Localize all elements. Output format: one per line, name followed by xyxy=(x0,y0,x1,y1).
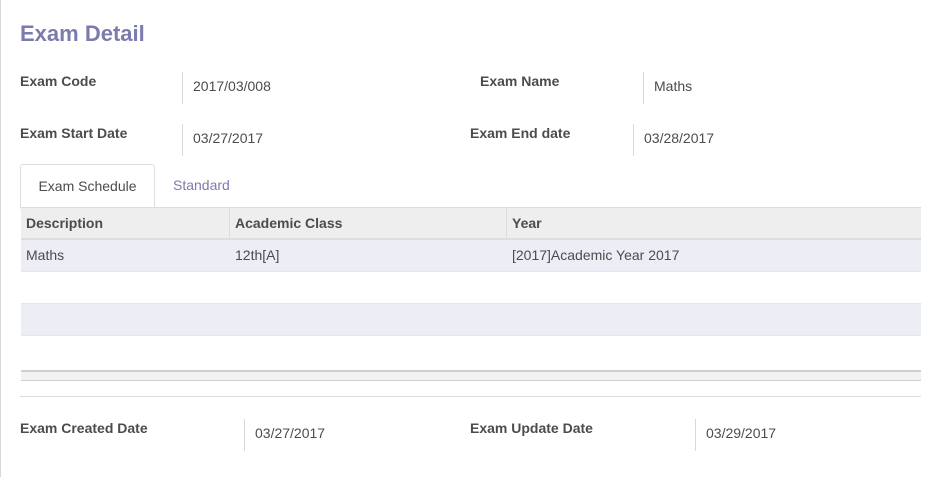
exam-code-field[interactable]: 2017/03/008 xyxy=(182,72,432,104)
table-row-empty xyxy=(21,304,921,336)
page-title: Exam Detail xyxy=(20,21,145,46)
table-row[interactable]: Maths 12th[A] [2017]Academic Year 2017 xyxy=(21,240,921,272)
exam-name-field[interactable]: Maths xyxy=(643,72,903,104)
table-row-empty xyxy=(21,272,921,304)
column-header-year[interactable]: Year xyxy=(506,208,922,239)
exam-end-date-field[interactable]: 03/28/2017 xyxy=(633,124,903,156)
exam-start-date-label: Exam Start Date xyxy=(20,125,128,141)
exam-end-date-label: Exam End date xyxy=(470,125,571,141)
cell-description: Maths xyxy=(26,247,65,263)
tab-exam-schedule[interactable]: Exam Schedule xyxy=(20,164,155,209)
cell-academic-class: 12th[A] xyxy=(235,247,280,263)
notebook-tabs: Exam Schedule Standard xyxy=(20,164,921,209)
table-row-empty xyxy=(21,336,921,368)
exam-update-date-label: Exam Update Date xyxy=(470,420,593,436)
exam-name-label: Exam Name xyxy=(480,73,560,89)
table-header: Description Academic Class Year xyxy=(21,207,921,240)
column-header-academic-class[interactable]: Academic Class xyxy=(229,208,506,239)
exam-schedule-table: Description Academic Class Year Maths 12… xyxy=(21,207,921,381)
exam-start-date-field[interactable]: 03/27/2017 xyxy=(182,124,432,156)
exam-code-label: Exam Code xyxy=(20,73,97,89)
column-header-description[interactable]: Description xyxy=(21,208,229,239)
left-border xyxy=(0,0,1,477)
cell-year: [2017]Academic Year 2017 xyxy=(512,247,680,263)
exam-created-date-label: Exam Created Date xyxy=(20,420,148,436)
section-divider xyxy=(20,396,921,397)
exam-update-date-field[interactable]: 03/29/2017 xyxy=(695,419,905,451)
exam-created-date-field[interactable]: 03/27/2017 xyxy=(244,419,444,451)
tab-standard[interactable]: Standard xyxy=(173,164,230,207)
table-footer xyxy=(21,370,921,381)
